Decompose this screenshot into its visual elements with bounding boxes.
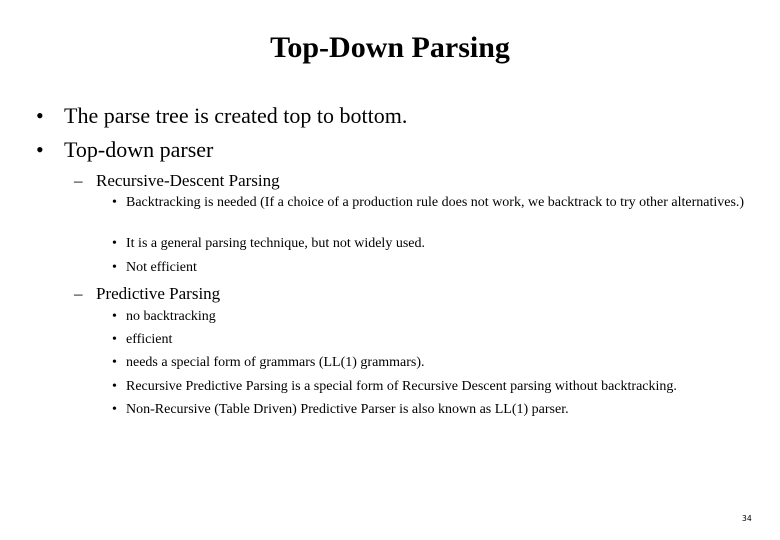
- bullet-icon: •: [112, 236, 117, 251]
- bullet-icon: •: [112, 332, 117, 347]
- dash-icon: –: [74, 171, 83, 190]
- sub-point-text: no backtracking: [126, 309, 216, 324]
- sub-point-text: Not efficient: [126, 260, 197, 275]
- bullet-icon: •: [112, 355, 117, 370]
- sub-point-text: needs a special form of grammars (LL(1) …: [126, 355, 425, 370]
- sub-heading-text: Predictive Parsing: [96, 284, 221, 303]
- dash-icon: –: [74, 284, 83, 303]
- sub-point-text: Backtracking is needed (If a choice of a…: [126, 195, 745, 210]
- sub-point-text: Recursive Predictive Parsing is a specia…: [126, 379, 677, 394]
- bullet-icon: •: [112, 379, 117, 394]
- sub-point-text: Non-Recursive (Table Driven) Predictive …: [126, 402, 569, 417]
- bullet-text: The parse tree is created top to bottom.: [64, 103, 408, 128]
- bullet-icon: •: [112, 260, 117, 275]
- bullet-icon: •: [36, 103, 44, 128]
- bullet-icon: •: [36, 137, 44, 162]
- sub-point-text: efficient: [126, 332, 173, 347]
- bullet-icon: •: [112, 309, 117, 324]
- page-number: 34: [742, 514, 752, 523]
- bullet-icon: •: [112, 402, 117, 417]
- bullet-icon: •: [112, 195, 117, 210]
- slide-title: Top-Down Parsing: [270, 31, 510, 64]
- sub-heading-text: Recursive-Descent Parsing: [96, 171, 280, 190]
- sub-point-text: It is a general parsing technique, but n…: [126, 236, 425, 251]
- bullet-text: Top-down parser: [64, 137, 214, 162]
